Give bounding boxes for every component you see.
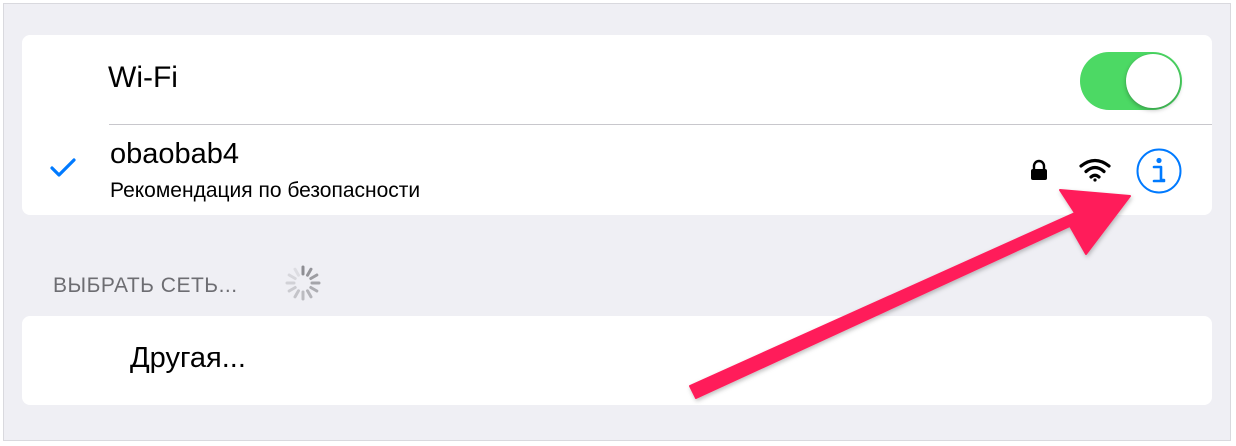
arrow-icon [689, 189, 1131, 399]
